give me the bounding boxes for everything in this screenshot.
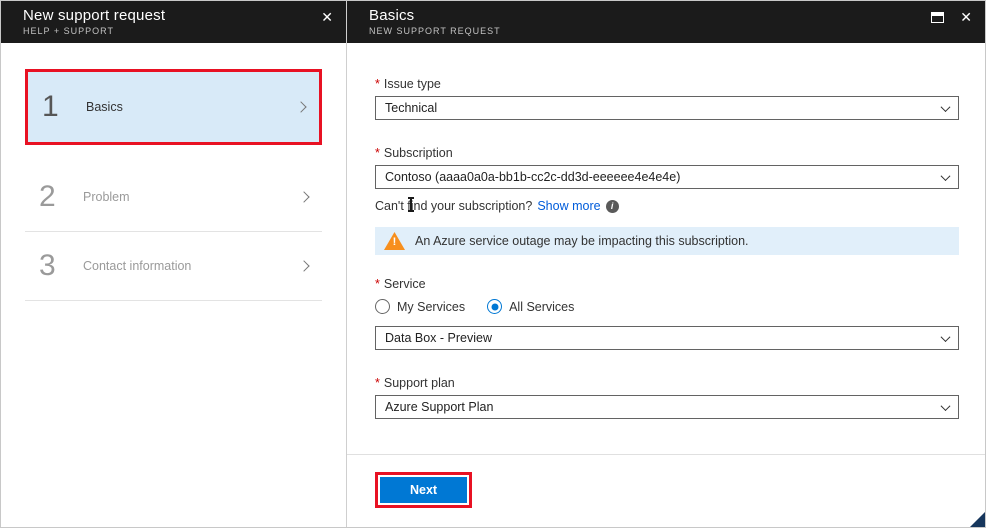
service-label-text: Service: [384, 277, 426, 291]
left-blade-title: New support request: [23, 7, 332, 24]
maximize-icon[interactable]: [931, 12, 944, 23]
wizard-steps: 1 Basics 2 Problem 3 Contact information: [1, 43, 346, 527]
warning-exclaim: !: [384, 236, 405, 249]
issue-type-value: Technical: [385, 101, 437, 115]
chevron-right-icon: [295, 101, 306, 112]
info-icon-glyph: i: [611, 201, 614, 211]
chevron-down-icon: [941, 102, 951, 112]
left-blade-subtitle: HELP + SUPPORT: [23, 26, 332, 36]
subscription-help-row: Can't find your subscription? Show more …: [375, 199, 959, 213]
required-asterisk: *: [375, 77, 380, 91]
info-icon[interactable]: i: [606, 200, 619, 213]
service-label: * Service: [375, 277, 959, 291]
blade-footer: Next: [347, 454, 985, 527]
support-plan-field: * Support plan Azure Support Plan: [375, 376, 959, 419]
close-icon[interactable]: ✕: [321, 10, 333, 24]
warning-icon: !: [384, 232, 405, 250]
issue-type-dropdown[interactable]: Technical: [375, 96, 959, 120]
service-radio-group: My Services All Services: [375, 299, 959, 314]
show-more-link[interactable]: Show more: [537, 199, 600, 213]
radio-unselected-icon: [375, 299, 390, 314]
chevron-down-icon: [941, 401, 951, 411]
next-button[interactable]: Next: [380, 477, 467, 503]
subscription-dropdown[interactable]: Contoso (aaaa0a0a-bb1b-cc2c-dd3d-eeeeee4…: [375, 165, 959, 189]
support-plan-dropdown[interactable]: Azure Support Plan: [375, 395, 959, 419]
left-blade-header: New support request HELP + SUPPORT ✕: [1, 1, 346, 43]
required-asterisk: *: [375, 146, 380, 160]
subscription-label: * Subscription: [375, 146, 959, 160]
subscription-value: Contoso (aaaa0a0a-bb1b-cc2c-dd3d-eeeeee4…: [385, 170, 680, 184]
close-icon[interactable]: ✕: [960, 10, 972, 24]
wizard-blade: New support request HELP + SUPPORT ✕ 1 B…: [1, 1, 347, 527]
basics-form: * Issue type Technical * Subscription Cont…: [347, 43, 985, 454]
chevron-down-icon: [941, 171, 951, 181]
step-label: Basics: [86, 100, 123, 114]
support-plan-label-text: Support plan: [384, 376, 455, 390]
chevron-right-icon: [298, 260, 309, 271]
subscription-help-text: Can't find your subscription?: [375, 199, 532, 213]
right-blade-subtitle: NEW SUPPORT REQUEST: [369, 26, 971, 36]
step-number: 2: [39, 180, 75, 214]
radio-all-services[interactable]: All Services: [487, 299, 574, 314]
subscription-label-text: Subscription: [384, 146, 453, 160]
step-number: 1: [42, 90, 78, 124]
warning-banner: ! An Azure service outage may be impacti…: [375, 227, 959, 255]
support-plan-value: Azure Support Plan: [385, 400, 493, 414]
support-plan-label: * Support plan: [375, 376, 959, 390]
new-support-request-window: New support request HELP + SUPPORT ✕ 1 B…: [0, 0, 986, 528]
step-contact-information[interactable]: 3 Contact information: [25, 232, 322, 300]
step-number: 3: [39, 249, 75, 283]
required-asterisk: *: [375, 277, 380, 291]
step-label: Contact information: [83, 259, 191, 273]
text-cursor-icon: [410, 198, 412, 211]
next-button-annotation: Next: [375, 472, 472, 508]
step-basics[interactable]: 1 Basics: [25, 69, 322, 145]
divider: [25, 300, 322, 301]
step-label: Problem: [83, 190, 130, 204]
issue-type-label-text: Issue type: [384, 77, 441, 91]
radio-my-services[interactable]: My Services: [375, 299, 465, 314]
issue-type-field: * Issue type Technical: [375, 77, 959, 120]
service-value: Data Box - Preview: [385, 331, 492, 345]
radio-all-services-label: All Services: [509, 300, 574, 314]
required-asterisk: *: [375, 376, 380, 390]
right-blade-title: Basics: [369, 7, 971, 24]
radio-my-services-label: My Services: [397, 300, 465, 314]
chevron-right-icon: [298, 191, 309, 202]
service-dropdown[interactable]: Data Box - Preview: [375, 326, 959, 350]
step-problem[interactable]: 2 Problem: [25, 163, 322, 231]
warning-text: An Azure service outage may be impacting…: [415, 234, 749, 248]
resize-corner-icon: [970, 512, 985, 527]
subscription-field: * Subscription Contoso (aaaa0a0a-bb1b-cc2…: [375, 146, 959, 189]
radio-selected-icon: [487, 299, 502, 314]
basics-blade: Basics NEW SUPPORT REQUEST ✕ * Issue type…: [347, 1, 985, 527]
service-field: * Service My Services All Services Data B…: [375, 277, 959, 350]
issue-type-label: * Issue type: [375, 77, 959, 91]
chevron-down-icon: [941, 332, 951, 342]
right-blade-header: Basics NEW SUPPORT REQUEST ✕: [347, 1, 985, 43]
